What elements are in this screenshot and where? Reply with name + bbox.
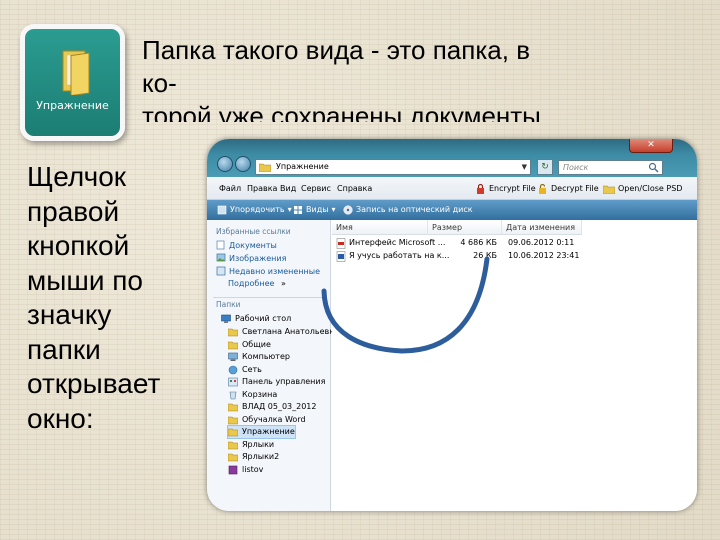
instruction-text: Щелчок правой кнопкой мыши по значку пап… [27,160,202,436]
heading-line-1: Папка такого вида - это папка, в [142,35,531,65]
instruction-line: окно: [27,402,94,434]
instruction-line: значку [27,299,112,330]
folder-icon-tile[interactable]: Упражнение [20,24,125,141]
heading-line-3: торой уже сохранены документы. [142,101,549,122]
instruction-line: кнопкой [27,230,130,261]
explorer-window: ✕ Упражнение ▼ ↻ Поиск Файл Правка Вид С… [207,139,697,511]
instruction-line: открывает [27,368,161,399]
instruction-line: мыши по [27,264,143,296]
annotation-arc [321,256,490,354]
folder-icon-label: Упражнение [36,99,109,112]
instruction-line: правой [27,195,120,227]
folder-icon [62,50,90,95]
heading-text: Папка такого вида - это папка, в ко- тор… [142,34,717,122]
instruction-line: Щелчок [27,161,127,192]
heading-line-2: ко- [142,68,177,98]
instruction-line: папки [27,333,101,365]
